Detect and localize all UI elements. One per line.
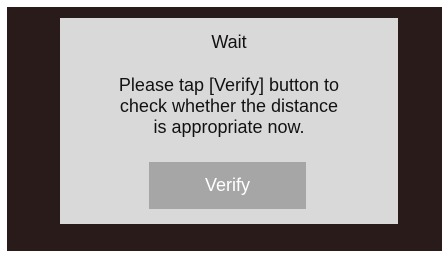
dialog-title: Wait xyxy=(211,32,247,52)
dialog-message-line: check whether the distance xyxy=(119,96,339,116)
dialog-message-line: Please tap [Verify] button to xyxy=(118,75,340,95)
wait-dialog: Wait Please tap [Verify] button to check… xyxy=(60,18,398,224)
dialog-message-line: is appropriate now. xyxy=(153,117,305,137)
verify-button[interactable]: Verify xyxy=(149,162,306,209)
device-screen: Wait Please tap [Verify] button to check… xyxy=(7,7,442,251)
dialog-message: Please tap [Verify] button to check whet… xyxy=(80,75,378,138)
